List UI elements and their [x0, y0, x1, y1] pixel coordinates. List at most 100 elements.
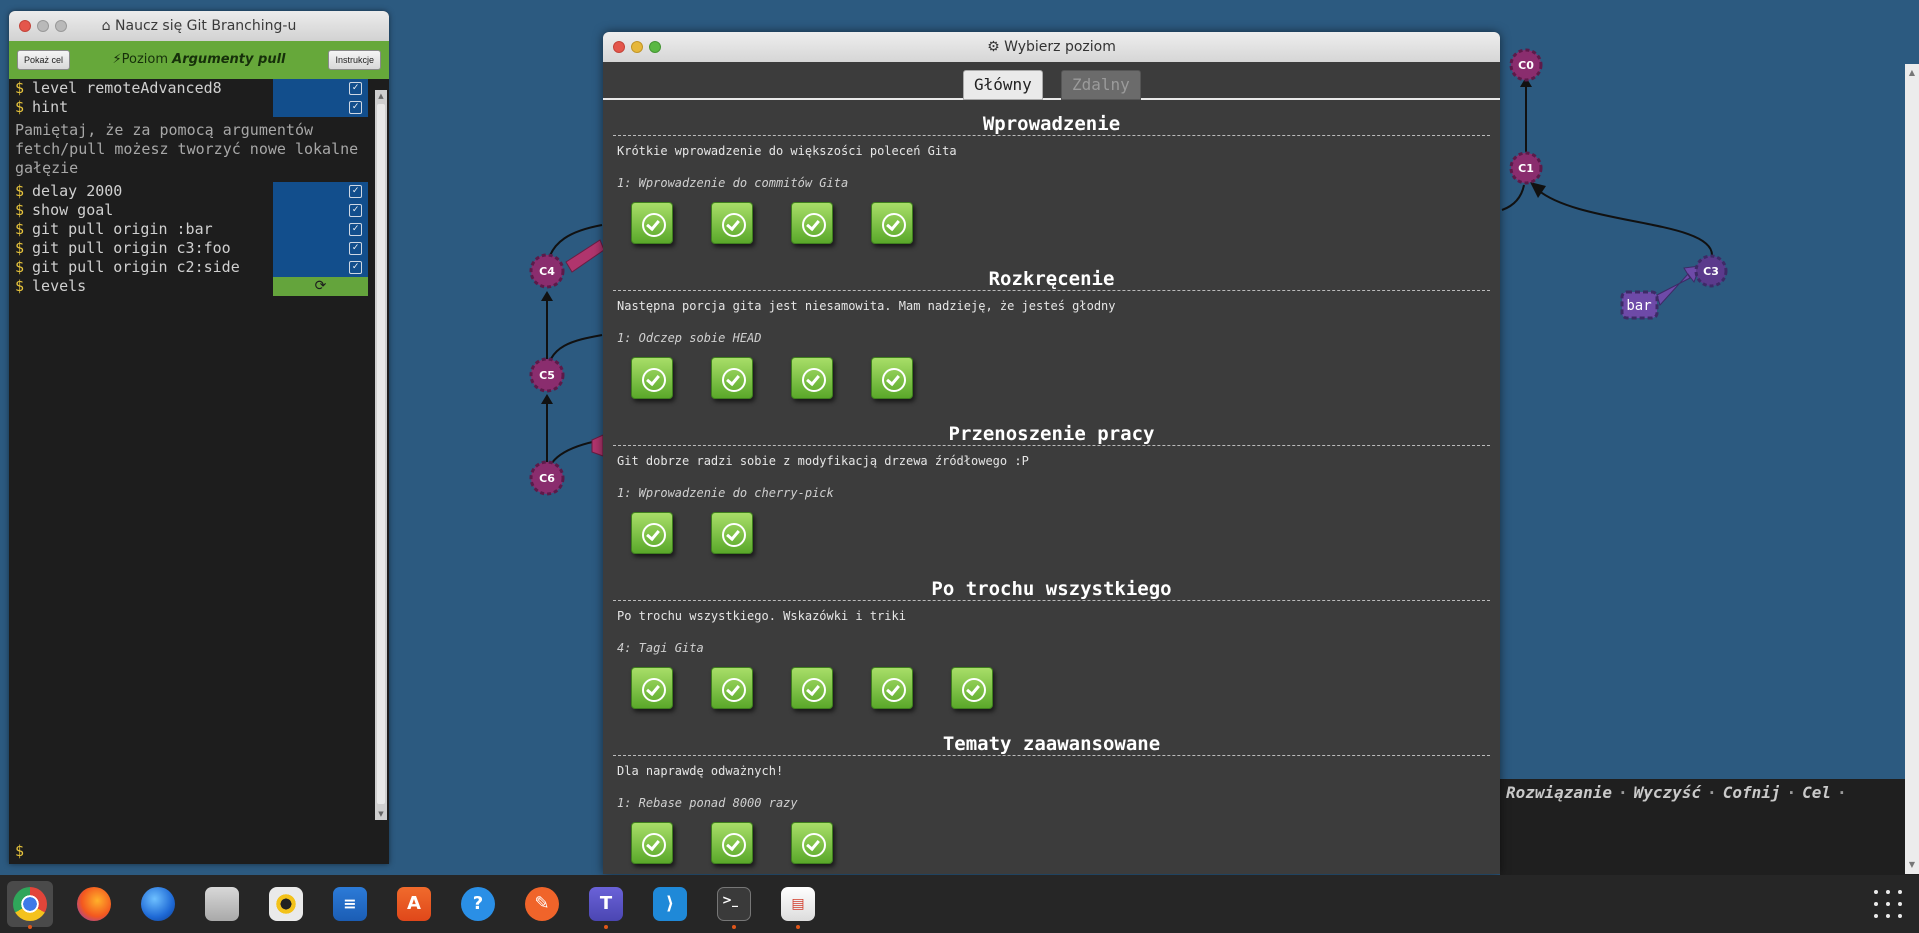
terminal-icon[interactable]: >_	[711, 881, 757, 929]
inkscape-icon[interactable]: ✎	[519, 881, 565, 927]
arrowhead	[1530, 182, 1546, 198]
goal-link[interactable]: Cel	[1802, 783, 1831, 802]
command-entry: $ levels ⟳	[9, 277, 373, 296]
command-panel-titlebar[interactable]: ⌂ Naucz się Git Branching-u	[9, 11, 389, 41]
command-text: levels	[32, 277, 87, 295]
thunderbird-icon[interactable]	[135, 881, 181, 927]
undo-link[interactable]: Cofnij	[1723, 783, 1781, 802]
speaker-icon	[269, 887, 303, 921]
commit-edge	[1501, 184, 1525, 211]
scrollbar-thumb[interactable]	[377, 104, 385, 804]
level-complete-icon[interactable]	[791, 667, 833, 709]
show-goal-button[interactable]: Pokaż cel	[17, 50, 71, 70]
dialog-titlebar[interactable]: ⚙ Wybierz poziom	[603, 32, 1500, 62]
tab-remote[interactable]: Zdalny	[1061, 70, 1141, 100]
commit-node-c4[interactable]: C4	[529, 253, 565, 289]
level-complete-icon[interactable]	[631, 202, 673, 244]
document-viewer-icon[interactable]: ▤	[775, 881, 821, 929]
sequence-current-level: 1: Odczep sobie HEAD	[617, 331, 762, 345]
level-complete-icon[interactable]	[791, 357, 833, 399]
page-scrollbar[interactable]: ▲ ▼	[1905, 64, 1919, 874]
help-icon[interactable]: ?	[455, 881, 501, 927]
command-text: delay 2000	[32, 182, 123, 200]
prompt-symbol: $	[15, 98, 25, 116]
scroll-down-arrow-icon[interactable]: ▼	[1905, 858, 1919, 872]
show-applications-icon[interactable]	[1874, 890, 1902, 918]
commit-node-c0[interactable]: C0	[1509, 48, 1543, 82]
level-complete-icon[interactable]	[631, 357, 673, 399]
svg-text:C5: C5	[539, 369, 555, 382]
command-status-done: ✓	[273, 201, 368, 220]
level-complete-icon[interactable]	[711, 822, 753, 864]
instructions-button[interactable]: Instrukcje	[328, 50, 381, 70]
rhythmbox-icon[interactable]	[263, 881, 309, 927]
level-complete-icon[interactable]	[711, 202, 753, 244]
link-separator: ·	[1617, 783, 1628, 802]
command-history-scrollbar[interactable]: ▲ ▼	[375, 90, 387, 820]
level-complete-icon[interactable]	[711, 667, 753, 709]
sequence-intro: Wprowadzenie Krótkie wprowadzenie do wię…	[603, 102, 1500, 257]
level-complete-icon[interactable]	[871, 202, 913, 244]
level-complete-icon[interactable]	[871, 357, 913, 399]
sequence-title: Wprowadzenie	[613, 112, 1490, 136]
files-icon[interactable]	[199, 881, 245, 927]
level-complete-icon[interactable]	[951, 667, 993, 709]
level-complete-icon[interactable]	[711, 512, 753, 554]
checkbox-icon: ✓	[349, 242, 362, 255]
checkbox-icon: ✓	[349, 223, 362, 236]
chrome-icon[interactable]	[7, 881, 53, 929]
teams-icon[interactable]: T	[583, 881, 629, 929]
tab-main[interactable]: Główny	[963, 70, 1043, 100]
command-status-processing: ⟳	[273, 277, 368, 296]
commit-node-c5[interactable]: C5	[529, 357, 565, 393]
commit-node-c6[interactable]: C6	[529, 460, 565, 496]
level-complete-icon[interactable]	[871, 667, 913, 709]
command-text: git pull origin :bar	[32, 220, 213, 238]
thunderbird-logo-icon	[141, 887, 175, 921]
current-level-title: ⚡Poziom Argumenty pull	[89, 41, 309, 79]
command-panel-title: Naucz się Git Branching-u	[115, 18, 297, 34]
vscode-icon[interactable]: ⟩	[647, 881, 693, 927]
close-window-button[interactable]	[19, 20, 31, 32]
svg-text:C6: C6	[539, 472, 555, 485]
branch-arrow	[591, 434, 604, 457]
commit-node-c1[interactable]: C1	[1509, 151, 1543, 185]
reset-link[interactable]: Wyczyść	[1634, 783, 1701, 802]
visualization-links: Rozwiązanie · Wyczyść · Cofnij · Cel ·	[1500, 779, 1919, 875]
level-complete-icon[interactable]	[631, 667, 673, 709]
minimize-dialog-button[interactable]	[631, 41, 643, 53]
level-complete-icon[interactable]	[791, 822, 833, 864]
running-indicator	[732, 925, 736, 929]
document-icon: ≡	[333, 887, 367, 921]
maximize-window-button[interactable]	[55, 20, 67, 32]
sequence-advanced: Tematy zaawansowane Dla naprawdę odważny…	[603, 722, 1500, 874]
close-dialog-button[interactable]	[613, 41, 625, 53]
scroll-up-arrow-icon[interactable]: ▲	[1905, 66, 1919, 80]
level-complete-icon[interactable]	[631, 512, 673, 554]
dialog-title: Wybierz poziom	[1004, 39, 1116, 55]
solution-link[interactable]: Rozwiązanie	[1506, 783, 1612, 802]
prompt-symbol: $	[15, 79, 25, 97]
folder-icon	[205, 887, 239, 921]
command-entry: $ git pull origin :bar ✓	[9, 220, 373, 239]
arrowhead	[541, 291, 553, 301]
app-store-icon[interactable]: A	[391, 881, 437, 927]
firefox-icon[interactable]	[71, 881, 117, 927]
commit-node-c3[interactable]: C3	[1694, 254, 1728, 288]
scroll-up-arrow-icon[interactable]: ▲	[375, 92, 387, 100]
sequence-current-level: 1: Rebase ponad 8000 razy	[617, 796, 798, 810]
command-panel-window: ⌂ Naucz się Git Branching-u Pokaż cel ⚡P…	[9, 11, 389, 864]
level-complete-icon[interactable]	[711, 357, 753, 399]
command-input-prompt[interactable]: $	[15, 842, 24, 860]
command-status-done: ✓	[273, 79, 368, 98]
sequence-description: Git dobrze radzi sobie z modyfikacją drz…	[617, 454, 1029, 468]
scroll-down-arrow-icon[interactable]: ▼	[375, 810, 387, 818]
level-complete-icon[interactable]	[791, 202, 833, 244]
level-sequences: Wprowadzenie Krótkie wprowadzenie do wię…	[603, 102, 1500, 874]
level-complete-icon[interactable]	[631, 822, 673, 864]
writer-icon[interactable]: ≡	[327, 881, 373, 927]
checkbox-icon: ✓	[349, 82, 362, 95]
maximize-dialog-button[interactable]	[649, 41, 661, 53]
minimize-window-button[interactable]	[37, 20, 49, 32]
branch-label-bar[interactable]: bar	[1620, 290, 1659, 320]
